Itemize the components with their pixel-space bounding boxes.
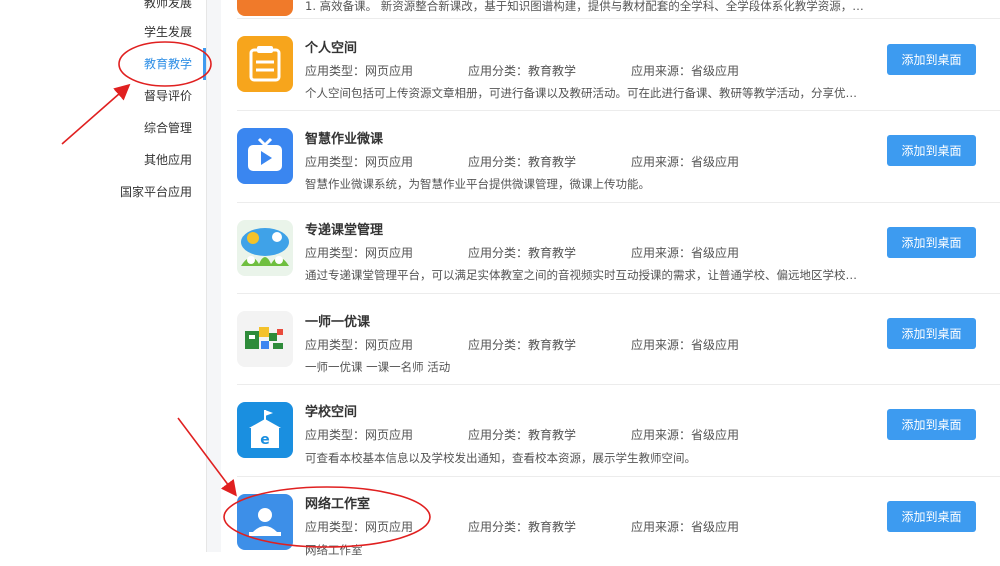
app-name[interactable]: 智慧作业微课 <box>305 128 383 147</box>
app-name[interactable]: 网络工作室 <box>305 493 370 512</box>
add-to-desktop-button[interactable]: 添加到桌面 <box>887 44 976 75</box>
list-item: 网络工作室 应用类型：网页应用 应用分类：教育教学 应用来源：省级应用 网络工作室 … <box>237 476 1000 566</box>
app-meta: 应用类型：网页应用 应用分类：教育教学 应用来源：省级应用 <box>305 246 740 260</box>
sidebar-item-other[interactable]: 其他应用 <box>144 145 192 175</box>
sidebar-item-education[interactable]: 教育教学 <box>144 49 192 79</box>
add-to-desktop-button[interactable]: 添加到桌面 <box>887 227 976 258</box>
app-meta: 应用类型：网页应用 应用分类：教育教学 应用来源：省级应用 <box>305 64 740 78</box>
app-name[interactable]: 一师一优课 <box>305 311 370 330</box>
app-desc: 通过专递课堂管理平台，可以满足实体教室之间的音视频实时互动授课的需求，让普通学校… <box>305 268 865 282</box>
list-item: 智慧作业微课 应用类型：网页应用 应用分类：教育教学 应用来源：省级应用 智慧作业微… <box>237 110 1000 203</box>
sidebar-item-national[interactable]: 国家平台应用 <box>120 177 192 207</box>
app-desc-partial: 1. 高效备课。 新资源整合新课改，基于知识图谱构建，提供与教材配套的全学科、全… <box>305 0 865 13</box>
sidebar-item-student-dev[interactable]: 学生发展 <box>144 17 192 47</box>
classroom-icon <box>237 220 293 276</box>
list-item-partial: 1. 高效备课。 新资源整合新课改，基于知识图谱构建，提供与教材配套的全学科、全… <box>237 0 1000 19</box>
list-item: 一师一优课 应用类型：网页应用 应用分类：教育教学 应用来源：省级应用 一师一优课 … <box>237 293 1000 385</box>
app-meta: 应用类型：网页应用 应用分类：教育教学 应用来源：省级应用 <box>305 428 740 442</box>
sidebar-item-teacher-dev[interactable]: 教师发展 <box>144 0 192 18</box>
list-item: e 学校空间 应用类型：网页应用 应用分类：教育教学 应用来源：省级应用 可查看本校… <box>237 384 1000 477</box>
app-desc: 一师一优课 一课一名师 活动 <box>305 360 451 374</box>
app-name[interactable]: 个人空间 <box>305 37 357 56</box>
app-list: 1. 高效备课。 新资源整合新课改，基于知识图谱构建，提供与教材配套的全学科、全… <box>221 0 1000 557</box>
left-gutter <box>0 0 62 552</box>
app-desc: 个人空间包括可上传资源文章相册，可进行备课以及教研活动。可在此进行备课、教研等教… <box>305 86 865 100</box>
content-gap <box>207 0 221 552</box>
add-to-desktop-button[interactable]: 添加到桌面 <box>887 409 976 440</box>
school-icon: e <box>237 402 293 458</box>
app-name[interactable]: 学校空间 <box>305 401 357 420</box>
app-meta: 应用类型：网页应用 应用分类：教育教学 应用来源：省级应用 <box>305 520 740 534</box>
app-icon-partial <box>237 0 293 16</box>
add-to-desktop-button[interactable]: 添加到桌面 <box>887 501 976 532</box>
video-play-icon <box>237 128 293 184</box>
list-item: 专递课堂管理 应用类型：网页应用 应用分类：教育教学 应用来源：省级应用 通过专递课… <box>237 202 1000 294</box>
app-desc: 智慧作业微课系统，为智慧作业平台提供微课管理，微课上传功能。 <box>305 177 650 191</box>
add-to-desktop-button[interactable]: 添加到桌面 <box>887 135 976 166</box>
studio-icon <box>237 494 293 550</box>
svg-text:e: e <box>260 432 270 448</box>
app-meta: 应用类型：网页应用 应用分类：教育教学 应用来源：省级应用 <box>305 338 740 352</box>
sidebar-active-bar <box>203 48 206 80</box>
app-meta: 应用类型：网页应用 应用分类：教育教学 应用来源：省级应用 <box>305 155 740 169</box>
list-item: 个人空间 应用类型：网页应用 应用分类：教育教学 应用来源：省级应用 个人空间包括可… <box>237 19 1000 111</box>
sidebar-item-management[interactable]: 综合管理 <box>144 113 192 143</box>
app-name[interactable]: 专递课堂管理 <box>305 219 383 238</box>
app-desc: 可查看本校基本信息以及学校发出通知，查看校本资源，展示学生教师空间。 <box>305 451 696 465</box>
yishi-logo-icon <box>237 311 293 367</box>
sidebar: 教师发展 学生发展 教育教学 督导评价 综合管理 其他应用 国家平台应用 <box>62 0 207 552</box>
sidebar-item-supervision[interactable]: 督导评价 <box>144 81 192 111</box>
app-desc: 网络工作室 <box>305 543 363 557</box>
notepad-icon <box>237 36 293 92</box>
add-to-desktop-button[interactable]: 添加到桌面 <box>887 318 976 349</box>
